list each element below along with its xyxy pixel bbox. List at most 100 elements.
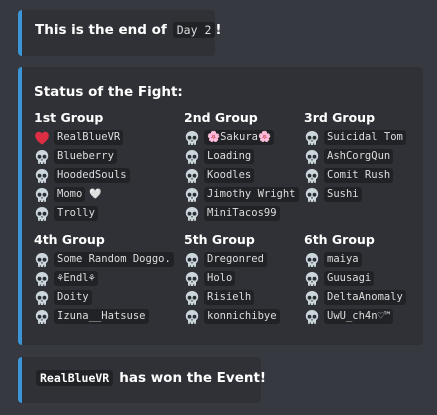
fight-status-title: Status of the Fight: <box>34 84 183 100</box>
member-name: Holo <box>204 271 236 286</box>
skull-icon <box>184 252 200 268</box>
member-name: konnichibye <box>204 309 280 324</box>
day-code: Day 2 <box>172 22 216 38</box>
member-name: AshCorgQun <box>324 149 394 164</box>
member-row: 🌸Sakura🌸 <box>184 128 299 147</box>
member-row: Jimothy Wright <box>184 185 299 204</box>
member-name: maiya <box>324 252 362 267</box>
end-of-day-embed: This is the end of Day 2 ! <box>18 10 222 56</box>
member-row: Izuna__Hatsuse <box>34 307 174 326</box>
member-name: Jimothy Wright <box>204 187 299 202</box>
member-row: Doity <box>34 288 174 307</box>
skull-icon <box>34 168 50 184</box>
member-row: Some Random Doggo. <box>34 250 174 269</box>
skull-icon <box>304 168 320 184</box>
member-row: UwU_ch4n♡™ <box>304 307 406 326</box>
member-row: HoodedSouls <box>34 166 130 185</box>
member-name: Doity <box>54 290 92 305</box>
skull-icon <box>34 252 50 268</box>
skull-icon <box>304 290 320 306</box>
member-name: Comit Rush <box>324 168 394 183</box>
member-name: 🌸Sakura🌸 <box>204 130 275 145</box>
member-row: Suicidal Tom <box>304 128 406 147</box>
group-2: 2nd Group 🌸Sakura🌸 Loading Koodles Jimothy W… <box>184 110 299 223</box>
member-row: AshCorgQun <box>304 147 406 166</box>
member-name: Loading <box>204 149 255 164</box>
member-name: Risielh <box>204 290 255 305</box>
member-row: RealBlueVR <box>34 128 130 147</box>
member-row: Loading <box>184 147 299 166</box>
member-row: Koodles <box>184 166 299 185</box>
member-name: Izuna__Hatsuse <box>54 309 149 324</box>
member-name: Momo <box>54 187 86 202</box>
member-name: DeltaAnomaly <box>324 290 406 305</box>
member-name: Guusagi <box>324 271 375 286</box>
member-row: Dregonred <box>184 250 280 269</box>
member-row: Guusagi <box>304 269 406 288</box>
member-name: Sushi <box>324 187 362 202</box>
group-title: 2nd Group <box>184 110 258 125</box>
skull-icon <box>184 309 200 325</box>
winner-code: RealBlueVR <box>36 370 114 386</box>
skull-icon <box>34 290 50 306</box>
member-name: MiniTacos99 <box>204 206 280 221</box>
skull-icon <box>304 309 320 325</box>
member-name: RealBlueVR <box>54 130 124 145</box>
skull-icon <box>304 271 320 287</box>
member-row: maiya <box>304 250 406 269</box>
group-6: 6th Group maiya Guusagi DeltaAnomaly UwU_ch4… <box>304 232 406 326</box>
member-row: MiniTacos99 <box>184 204 299 223</box>
member-name: HoodedSouls <box>54 168 130 183</box>
skull-icon <box>34 187 50 203</box>
member-name: ⚘Endl⚘ <box>54 271 98 286</box>
skull-icon <box>184 290 200 306</box>
skull-icon <box>34 206 50 222</box>
group-title: 1st Group <box>34 110 104 125</box>
group-3: 3rd Group Suicidal Tom AshCorgQun Comit Rus… <box>304 110 406 204</box>
member-name: UwU_ch4n♡™ <box>324 309 394 324</box>
member-row: ⚘Endl⚘ <box>34 269 174 288</box>
skull-icon <box>34 149 50 165</box>
skull-icon <box>304 149 320 165</box>
group-1: 1st Group RealBlueVR Blueberry HoodedSouls M… <box>34 110 130 223</box>
member-row: Holo <box>184 269 280 288</box>
group-title: 6th Group <box>304 232 375 247</box>
end-message-prefix: This is the end of <box>35 22 167 38</box>
member-row: Risielh <box>184 288 280 307</box>
groups-grid: 1st Group RealBlueVR Blueberry HoodedSouls M… <box>34 110 423 350</box>
skull-icon <box>184 187 200 203</box>
end-message-suffix: ! <box>215 22 222 38</box>
group-5: 5th Group Dregonred Holo Risielh konnichibye <box>184 232 280 326</box>
skull-icon <box>34 309 50 325</box>
heart-icon <box>34 130 50 146</box>
member-name: Suicidal Tom <box>324 130 406 145</box>
skull-icon <box>184 149 200 165</box>
skull-icon <box>184 168 200 184</box>
skull-icon <box>304 130 320 146</box>
white-heart-icon: 🤍 <box>89 189 102 200</box>
member-name: Trolly <box>54 206 98 221</box>
member-row: konnichibye <box>184 307 280 326</box>
skull-icon <box>34 271 50 287</box>
member-row: Blueberry <box>34 147 130 166</box>
group-title: 5th Group <box>184 232 255 247</box>
member-row: Momo 🤍 <box>34 185 130 204</box>
skull-icon <box>304 252 320 268</box>
group-4: 4th Group Some Random Doggo. ⚘Endl⚘ Doity Iz… <box>34 232 174 326</box>
member-name: Some Random Doggo. <box>54 252 174 267</box>
skull-icon <box>184 271 200 287</box>
winner-message: has won the Event! <box>119 370 267 386</box>
member-row: DeltaAnomaly <box>304 288 406 307</box>
member-name: Koodles <box>204 168 255 183</box>
winner-embed: RealBlueVR has won the Event! <box>18 357 266 403</box>
fight-status-embed: Status of the Fight: 1st Group RealBlueVR… <box>18 67 423 345</box>
group-title: 4th Group <box>34 232 105 247</box>
member-row: Trolly <box>34 204 130 223</box>
member-row: Comit Rush <box>304 166 406 185</box>
group-title: 3rd Group <box>304 110 376 125</box>
skull-icon <box>184 206 200 222</box>
member-row: Sushi <box>304 185 406 204</box>
skull-icon <box>304 187 320 203</box>
member-name: Dregonred <box>204 252 267 267</box>
member-name: Blueberry <box>54 149 117 164</box>
